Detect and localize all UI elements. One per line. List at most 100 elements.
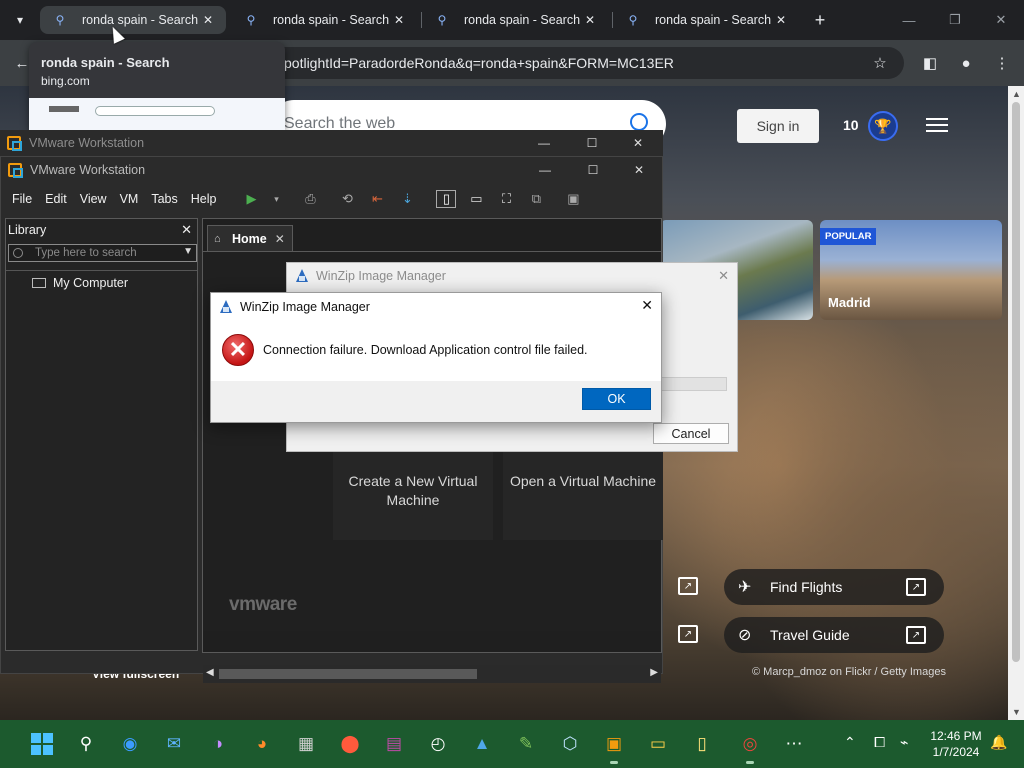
cancel-button[interactable]: Cancel [653, 423, 729, 444]
show-library-icon[interactable]: ▯ [436, 190, 457, 208]
rewards-points[interactable]: 10 [843, 117, 859, 133]
maps-pin-icon[interactable]: ⬤ [336, 730, 364, 758]
create-vm-tile[interactable]: Create a New Virtual Machine [333, 450, 493, 540]
new-tab-button[interactable]: + [808, 8, 832, 32]
unity-icon[interactable]: ⧉ [526, 190, 546, 208]
tab-close-icon[interactable]: ✕ [582, 12, 598, 28]
system-clock[interactable]: 12:46 PM 1/7/2024 [924, 728, 988, 760]
open-vm-tile[interactable]: Open a Virtual Machine [503, 450, 663, 540]
winrar-icon[interactable]: ▤ [380, 730, 408, 758]
minimize-button[interactable]: — [521, 130, 567, 156]
menu-edit[interactable]: Edit [39, 192, 74, 206]
console-view-icon[interactable]: ▣ [563, 190, 583, 208]
menu-tabs[interactable]: Tabs [145, 192, 184, 206]
tab-close-icon[interactable]: ✕ [773, 12, 789, 28]
tree-item-my-computer[interactable]: My Computer [32, 276, 128, 290]
scrollbar-thumb[interactable] [219, 669, 477, 679]
library-header: Library [8, 223, 47, 237]
send-keys-icon[interactable]: ⎙ [300, 190, 320, 208]
scroll-down-icon[interactable]: ▼ [1012, 707, 1021, 717]
find-flights-link[interactable]: ✈ Find Flights ↗ [724, 569, 944, 605]
dialog-title-bar[interactable]: WinZip Image Manager [295, 269, 446, 283]
edge-beta-icon[interactable]: ◉ [116, 730, 144, 758]
minimize-button[interactable]: — [522, 157, 568, 183]
ok-button[interactable]: OK [582, 388, 651, 410]
chevron-up-icon[interactable]: ⌃ [844, 734, 856, 751]
tab-close-icon[interactable]: ✕ [391, 12, 407, 28]
image-viewer-icon[interactable]: ▲ [468, 730, 496, 758]
close-icon[interactable]: ✕ [641, 297, 653, 314]
close-icon: ✕ [633, 163, 645, 177]
browser-tab-1[interactable]: ⚲ ronda spain - Search ✕ [40, 6, 226, 34]
menu-view[interactable]: View [74, 192, 114, 206]
workspace-hscrollbar[interactable]: ◀ ▶ [203, 665, 661, 683]
close-window-button[interactable]: ✕ [978, 0, 1024, 40]
more-apps-icon[interactable]: ⋯ [780, 730, 808, 758]
snapshot-icon[interactable]: ⟲ [337, 190, 357, 208]
hamburger-menu-icon[interactable] [926, 118, 948, 132]
snapshot-manager-icon[interactable]: ⇣ [397, 190, 417, 208]
thumbnail-bar-icon[interactable]: ▭ [466, 190, 486, 208]
volume-icon[interactable]: ⌁ [900, 734, 908, 751]
external-link-icon[interactable]: ↗ [678, 625, 698, 643]
close-button[interactable]: ✕ [615, 130, 661, 156]
dialog-title-bar[interactable]: WinZip Image Manager [211, 293, 661, 321]
chevron-down-icon[interactable]: ▼ [183, 246, 193, 257]
start-button[interactable] [28, 730, 56, 758]
scroll-right-icon[interactable]: ▶ [650, 667, 658, 678]
maximize-button[interactable]: ☐ [570, 157, 616, 183]
mail-icon[interactable]: ✉ [160, 730, 188, 758]
library-search-input[interactable]: Type here to search ▼ [8, 244, 197, 262]
page-scrollbar[interactable]: ▲ ▼ [1008, 86, 1024, 720]
search-icon[interactable] [630, 113, 648, 131]
chevron-down-icon[interactable]: ▾ [271, 190, 281, 208]
menu-file[interactable]: File [1, 192, 39, 206]
browser-tab-4[interactable]: ⚲ ronda spain - Search ✕ [613, 6, 799, 34]
tab-home[interactable]: ⌂ Home ✕ [207, 225, 293, 251]
side-panel-button[interactable]: ◧ [918, 51, 942, 75]
scroll-up-icon[interactable]: ▲ [1012, 89, 1021, 99]
external-link-icon: ↗ [906, 626, 926, 644]
notes-app-icon[interactable]: ▯ [688, 730, 716, 758]
external-link-icon[interactable]: ↗ [678, 577, 698, 595]
menu-vm[interactable]: VM [114, 192, 146, 206]
chrome-taskbar-icon[interactable]: ◎ [736, 730, 764, 764]
tab-close-icon[interactable]: ✕ [275, 232, 285, 246]
firefox-icon[interactable]: ◕ [248, 730, 276, 758]
file-explorer-icon[interactable]: ▭ [644, 730, 672, 758]
power-on-icon[interactable]: ▶ [241, 190, 261, 208]
clock-app-icon[interactable]: ◴ [424, 730, 452, 758]
browser-tab-3[interactable]: ⚲ ronda spain - Search ✕ [422, 6, 608, 34]
revert-snapshot-icon[interactable]: ⇤ [367, 190, 387, 208]
scrollbar-thumb[interactable] [1012, 102, 1020, 662]
browser-tab-2[interactable]: ⚲ ronda spain - Search ✕ [231, 6, 417, 34]
close-button[interactable]: ✕ [616, 157, 662, 183]
close-icon[interactable]: ✕ [718, 268, 729, 284]
vmware-taskbar-icon[interactable]: ▣ [600, 730, 628, 764]
tab-close-icon[interactable]: ✕ [200, 12, 216, 28]
notification-bell-icon[interactable]: 🔔 [990, 734, 1007, 751]
chrome-menu-button[interactable]: ⋮ [990, 51, 1014, 75]
menu-help[interactable]: Help [185, 192, 224, 206]
rewards-trophy-icon[interactable]: 🏆 [868, 111, 898, 141]
maximize-button[interactable]: ☐ [569, 130, 615, 156]
search-taskbar-button[interactable]: ⚲ [72, 730, 100, 758]
window-title: VMware Workstation [29, 136, 145, 150]
virtualbox-icon[interactable]: ⬡ [556, 730, 584, 758]
sign-in-button[interactable]: Sign in [737, 109, 819, 143]
close-icon[interactable]: ✕ [181, 222, 192, 238]
network-icon[interactable]: ⧠ [874, 734, 885, 751]
tab-search-dropdown[interactable]: ▾ [8, 8, 32, 32]
profile-button[interactable]: ● [954, 51, 978, 75]
image-card-madrid[interactable]: POPULAR Madrid [820, 220, 1002, 320]
calculator-icon[interactable]: ▦ [292, 730, 320, 758]
mask-app-icon[interactable]: ◑ [204, 730, 232, 758]
fullscreen-icon[interactable]: ⛶ [496, 190, 516, 208]
travel-guide-link[interactable]: ⊘ Travel Guide ↗ [724, 617, 944, 653]
minimize-button[interactable]: — [886, 0, 932, 40]
pen-tool-icon[interactable]: ✎ [512, 730, 540, 758]
bookmark-star-button[interactable]: ☆ [868, 51, 892, 75]
scroll-left-icon[interactable]: ◀ [206, 667, 214, 678]
image-credit[interactable]: © Marcp_dmoz on Flickr / Getty Images [752, 666, 946, 678]
restore-button[interactable]: ❐ [932, 0, 978, 40]
